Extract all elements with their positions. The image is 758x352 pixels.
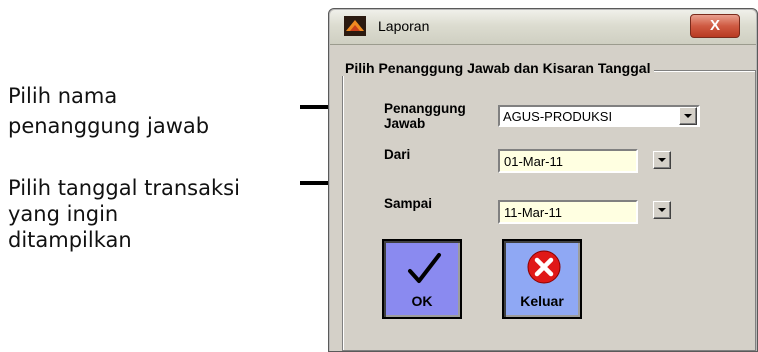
annotation-responsible-line1: Pilih nama (8, 84, 118, 108)
laporan-dialog: Laporan X Pilih Penanggung Jawab dan Kis… (328, 8, 758, 352)
annotation-date-line1: Pilih tanggal transaksi (8, 176, 240, 200)
keluar-button[interactable]: Keluar (502, 239, 582, 319)
annotation-date-line3: ditampilkan (8, 228, 132, 252)
chevron-down-icon (684, 114, 692, 118)
title-bar[interactable]: Laporan X (330, 10, 756, 45)
sampai-date-field[interactable]: 11-Mar-11 (498, 200, 638, 224)
chevron-down-icon (658, 208, 666, 212)
close-circle-icon (527, 250, 561, 284)
groupbox-title: Pilih Penanggung Jawab dan Kisaran Tangg… (341, 60, 655, 76)
app-icon (344, 16, 366, 36)
penanggung-select[interactable]: AGUS-PRODUKSI (498, 105, 700, 127)
dari-label: Dari (384, 147, 411, 162)
annotation-responsible-line2: penanggung jawab (8, 114, 210, 138)
sampai-dropdown-button[interactable] (653, 201, 671, 219)
penanggung-label: Penanggung Jawab (384, 101, 466, 131)
penanggung-label-line2: Jawab (384, 116, 426, 131)
dari-date-field[interactable]: 01-Mar-11 (498, 149, 638, 173)
ok-button[interactable]: OK (382, 239, 462, 319)
annotation-date-line2: yang ingin (8, 202, 119, 226)
penanggung-dropdown-button[interactable] (679, 107, 697, 125)
annotation-responsible: Pilih nama penanggung jawab (8, 83, 209, 139)
chevron-down-icon (658, 158, 666, 162)
penanggung-label-line1: Penanggung (384, 101, 466, 116)
dari-dropdown-button[interactable] (653, 151, 671, 169)
checkmark-icon (408, 253, 441, 283)
sampai-date-value: 11-Mar-11 (504, 205, 563, 220)
dialog-body: Pilih Penanggung Jawab dan Kisaran Tangg… (330, 45, 756, 351)
close-button[interactable]: X (690, 14, 740, 38)
sampai-label: Sampai (384, 196, 433, 211)
window-title: Laporan (378, 18, 430, 34)
annotation-date: Pilih tanggal transaksi yang ingin ditam… (8, 175, 240, 253)
penanggung-select-value: AGUS-PRODUKSI (503, 109, 613, 124)
dari-date-value: 01-Mar-11 (504, 154, 564, 169)
ok-button-label: OK (411, 293, 433, 309)
keluar-button-label: Keluar (520, 293, 564, 309)
